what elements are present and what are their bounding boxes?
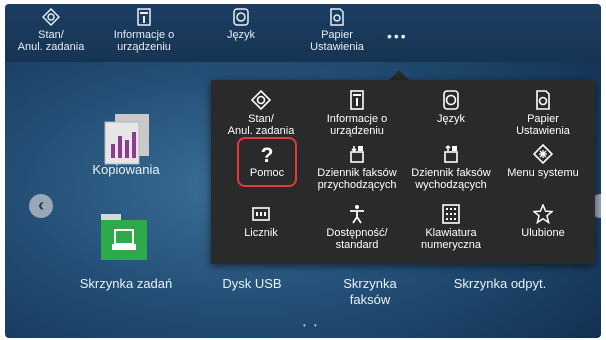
accessibility-icon <box>350 205 364 224</box>
counter-icon <box>252 207 270 221</box>
menu-numeric-keypad-item[interactable]: Klawiatura numeryczna <box>403 204 499 251</box>
outgoing-fax-log-icon <box>444 145 458 163</box>
paper-settings-icon <box>330 8 344 26</box>
topbar-status-button[interactable]: Stan/ Anul. zadania <box>5 6 97 53</box>
topbar-language-button[interactable]: Język <box>195 6 287 41</box>
menu-outgoing-fax-log-label: Dziennik faksów wychodzących <box>411 167 491 191</box>
menu-accessibility-item[interactable]: Dostępność/ standard <box>309 204 405 251</box>
menu-help-label: Pomoc <box>249 167 285 179</box>
menu-paper-settings-label: Papier Ustawienia <box>516 113 570 137</box>
status-icon <box>251 90 271 110</box>
help-icon: ? <box>261 144 274 164</box>
menu-favorites-label: Ulubione <box>521 227 565 239</box>
menu-system-menu-label: Menu systemu <box>507 167 579 179</box>
language-icon <box>443 90 459 110</box>
menu-status-label: Stan/ Anul. zadania <box>227 113 295 137</box>
job-box-icon <box>101 214 147 260</box>
menu-incoming-fax-log-label: Dziennik faksów przychodzących <box>317 167 397 191</box>
topbar-language-label: Język <box>226 29 256 41</box>
system-menu-icon <box>533 144 553 164</box>
copy-icon <box>104 114 149 165</box>
favorites-icon <box>533 204 553 224</box>
top-bar: Stan/ Anul. zadania Informacje o urządze… <box>5 4 601 62</box>
tile-fax-box[interactable]: Skrzynka faksów <box>295 276 445 308</box>
device-info-icon <box>137 8 151 26</box>
menu-paper-settings-item[interactable]: Papier Ustawienia <box>495 90 591 137</box>
menu-help-item[interactable]: ? Pomoc <box>219 144 315 179</box>
previous-page-button[interactable]: ‹ <box>29 194 53 218</box>
menu-language-item[interactable]: Język <box>403 90 499 125</box>
menu-language-label: Język <box>436 113 466 125</box>
numeric-keypad-icon <box>442 204 460 224</box>
menu-counter-item[interactable]: Licznik <box>213 204 309 239</box>
page-indicator: • • <box>303 321 320 330</box>
menu-numeric-keypad-label: Klawiatura numeryczna <box>421 227 481 251</box>
status-icon <box>42 8 60 26</box>
popup-pointer <box>389 70 409 80</box>
menu-accessibility-label: Dostępność/ standard <box>326 227 388 251</box>
topbar-status-label: Stan/ Anul. zadania <box>17 29 85 53</box>
svg-text:?: ? <box>261 144 274 164</box>
topbar-paper-settings-button[interactable]: Papier Ustawienia <box>291 6 383 53</box>
tile-copy[interactable]: Kopiowania <box>51 162 201 178</box>
device-info-icon <box>350 90 364 110</box>
menu-device-info-label: Informacje o urządzeniu <box>326 113 388 137</box>
language-icon <box>233 8 249 26</box>
menu-outgoing-fax-log-item[interactable]: Dziennik faksów wychodzących <box>403 144 499 191</box>
tile-polling-box[interactable]: Skrzynka odpyt. <box>425 276 575 292</box>
menu-status-item[interactable]: Stan/ Anul. zadania <box>213 90 309 137</box>
paper-settings-icon <box>536 90 550 110</box>
incoming-fax-log-icon <box>350 146 364 163</box>
topbar-device-info-button[interactable]: Informacje o urządzeniu <box>98 6 190 53</box>
menu-incoming-fax-log-item[interactable]: Dziennik faksów przychodzących <box>309 144 405 191</box>
topbar-paper-settings-label: Papier Ustawienia <box>310 29 364 53</box>
more-button[interactable]: ••• <box>387 28 408 44</box>
menu-favorites-item[interactable]: Ulubione <box>495 204 591 239</box>
touch-screen: Stan/ Anul. zadania Informacje o urządze… <box>5 4 601 338</box>
menu-device-info-item[interactable]: Informacje o urządzeniu <box>309 90 405 137</box>
menu-counter-label: Licznik <box>244 227 278 239</box>
topbar-device-info-label: Informacje o urządzeniu <box>113 29 175 53</box>
menu-system-menu-item[interactable]: Menu systemu <box>495 144 591 179</box>
